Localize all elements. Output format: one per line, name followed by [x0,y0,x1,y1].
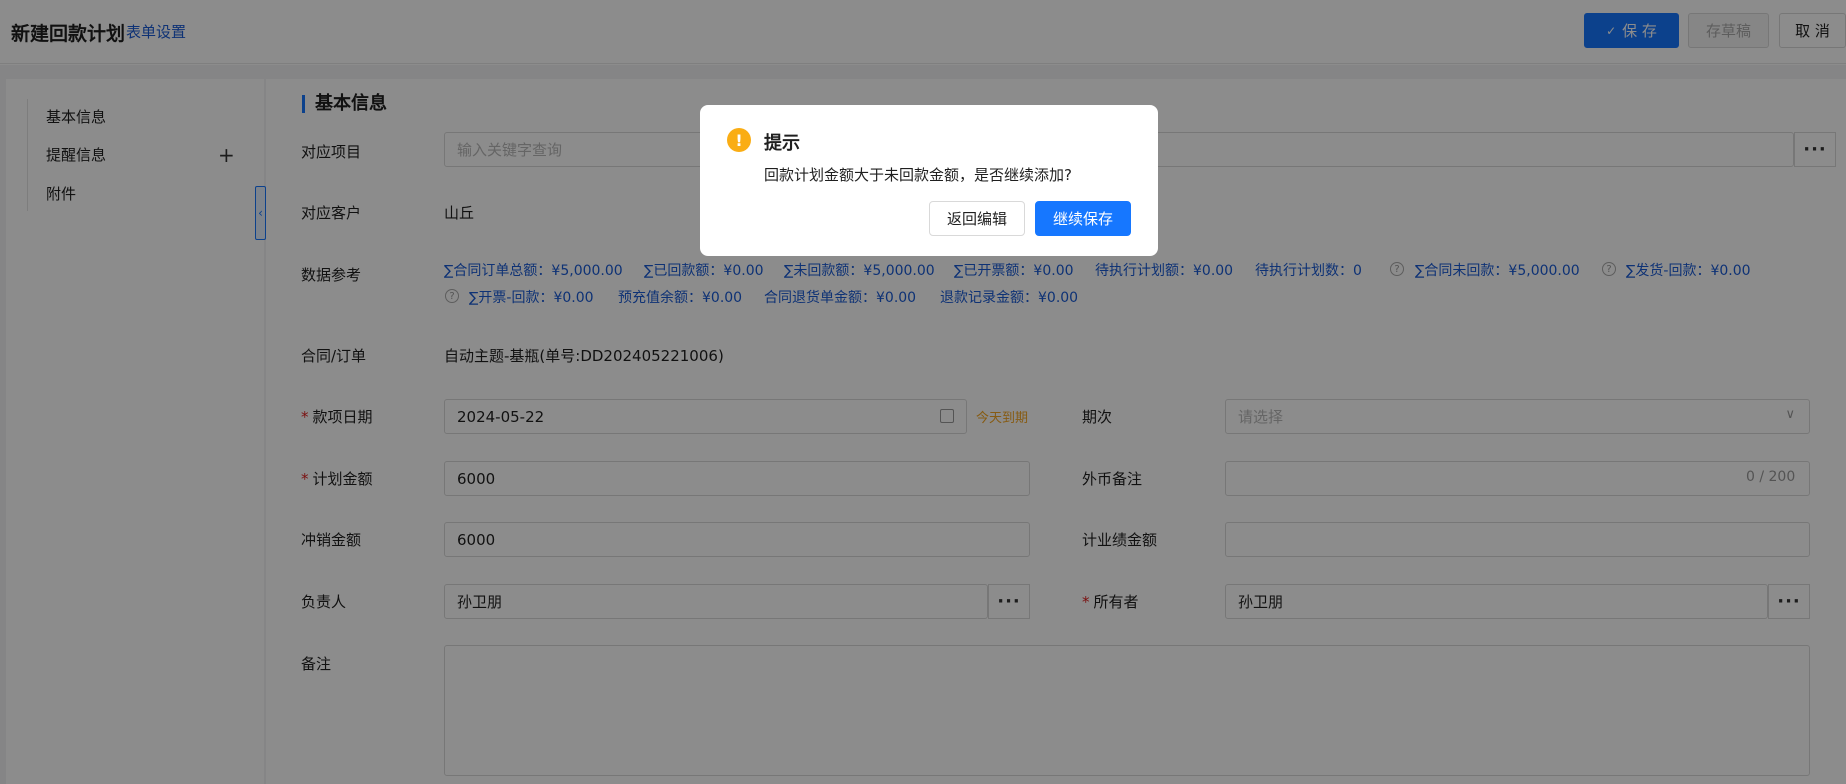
continue-save-button[interactable]: 继续保存 [1035,201,1131,236]
warning-icon: ! [727,128,751,152]
dialog-title: 提示 [764,133,800,154]
back-to-edit-button[interactable]: 返回编辑 [929,201,1025,236]
dialog-message: 回款计划金额大于未回款金额，是否继续添加? [764,166,1072,184]
confirm-dialog: ! 提示 回款计划金额大于未回款金额，是否继续添加? 返回编辑 继续保存 [700,105,1158,256]
